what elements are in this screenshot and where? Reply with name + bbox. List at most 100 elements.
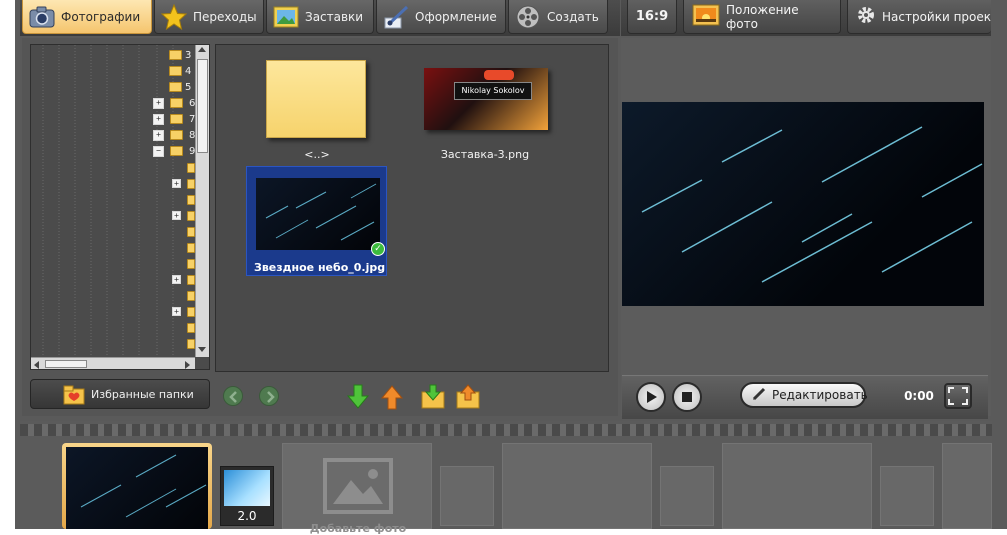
film-reel-icon [515,4,541,30]
tab-photos[interactable]: Фотографии [22,0,152,34]
folder-icon[interactable] [187,163,195,173]
forward-arrow-icon[interactable] [259,386,279,406]
transition-slot-empty[interactable] [880,466,934,526]
scroll-down-arrow-icon[interactable] [198,347,206,352]
tree-item[interactable]: +8 [153,129,199,141]
transition-tile[interactable]: 2.0 [220,466,274,526]
tab-label: Переходы [193,9,257,24]
tab-transitions[interactable]: Переходы [154,0,264,34]
back-arrow-icon[interactable] [223,386,243,406]
preview-image [622,102,984,306]
expand-plus-icon[interactable]: + [172,307,181,316]
add-down-arrow-icon[interactable] [346,384,370,410]
scroll-up-arrow-icon[interactable] [198,47,206,52]
tree-guide-lines [42,45,174,357]
folder-tree[interactable]: 3 4 5 +6 +7 +8 −9 + + + + [30,44,210,370]
transition-slot-empty[interactable] [440,466,494,526]
scroll-left-arrow-icon[interactable] [34,361,39,369]
folder-icon[interactable] [187,179,195,189]
scroll-right-arrow-icon[interactable] [185,361,190,369]
file-name: <..> [304,148,330,161]
pencil-icon [752,387,766,404]
file-item[interactable]: Nikolay Sokolov Заставка-3.png [414,58,556,170]
slide-image [66,447,208,529]
tree-item-label: 5 [185,81,192,93]
thumbnail-marquee [484,70,514,80]
transition-slot-empty[interactable] [660,466,714,526]
tab-create[interactable]: Создать [508,0,608,34]
folder-icon[interactable] [187,323,195,333]
tree-vertical-scrollbar[interactable] [195,45,209,357]
folder-icon[interactable] [187,291,195,301]
project-settings-label: Настройки проек [882,9,991,24]
favorite-folders-button[interactable]: Избранные папки [30,379,210,409]
tree-hscroll-thumb[interactable] [45,360,87,368]
file-name: Звездное небо_0.jpg [254,261,386,274]
folder-icon[interactable] [187,195,195,205]
folder-icon [170,114,183,124]
expand-plus-icon[interactable]: + [172,275,181,284]
folder-icon [266,60,366,138]
folder-icon [170,130,183,140]
slide-thumbnail-selected[interactable] [62,443,212,529]
tree-horizontal-scrollbar[interactable] [31,357,195,369]
photo-position-button[interactable]: Положение фото [683,0,841,34]
favorite-folder-icon [63,385,85,408]
expand-plus-icon[interactable]: + [172,211,181,220]
edit-label: Редактировать [772,388,868,402]
camera-icon [29,4,55,30]
play-icon [647,391,657,403]
tree-scroll-thumb[interactable] [197,59,208,153]
gear-icon [856,5,876,28]
photo-slot-empty[interactable] [502,443,652,529]
project-settings-button[interactable]: Настройки проек [847,0,991,34]
tab-intros[interactable]: Заставки [266,0,374,34]
aspect-ratio-button[interactable]: 16:9 [627,0,677,34]
up-arrow-icon[interactable] [380,384,404,410]
film-sprocket-holes [20,424,992,436]
folder-icon[interactable] [187,227,195,237]
brush-icon [383,4,409,30]
play-button[interactable] [636,382,666,412]
expand-plus-icon[interactable]: + [153,129,164,141]
thumbnail-caption: Nikolay Sokolov [454,82,532,100]
folder-icon[interactable] [187,307,195,317]
tree-item[interactable]: −9 [153,145,199,157]
add-folder-icon[interactable] [420,384,446,410]
star-streaks-image [265,183,377,241]
landscape-picture-icon [273,4,299,30]
tab-design[interactable]: Оформление [376,0,506,34]
stop-button[interactable] [672,382,702,412]
edit-button[interactable]: Редактировать [740,382,868,408]
star-icon [161,3,187,30]
fullscreen-icon [948,387,968,405]
export-folder-icon[interactable] [455,384,481,410]
tab-label: Заставки [305,9,364,24]
collapse-minus-icon[interactable]: − [153,145,164,157]
expand-plus-icon[interactable]: + [153,97,164,109]
sunset-picture-icon [692,4,720,29]
folder-icon[interactable] [187,275,195,285]
file-item-selected[interactable]: ✓ Звездное небо_0.jpg [246,166,387,276]
tree-item-label: 3 [185,49,192,61]
folder-icon[interactable] [187,259,195,269]
photo-slot-empty[interactable] [942,443,992,529]
file-item-up[interactable]: <..> [258,58,376,170]
tab-label: Оформление [415,9,497,24]
folder-icon[interactable] [187,243,195,253]
folder-icon [169,82,182,92]
photo-slot-empty[interactable] [722,443,872,529]
tree-item[interactable]: +6 [153,97,199,109]
expand-plus-icon[interactable]: + [172,179,181,188]
add-photo-slot[interactable]: Добавьте фото [282,443,432,535]
photo-position-label: Положение фото [726,2,799,31]
fullscreen-button[interactable] [944,383,972,409]
tree-item[interactable]: +7 [153,113,199,125]
folder-icon[interactable] [187,339,195,349]
picture-placeholder-icon [323,458,393,514]
expand-plus-icon[interactable]: + [153,113,164,125]
folder-open-icon [170,146,183,156]
folder-icon[interactable] [187,211,195,221]
favorite-folders-label: Избранные папки [91,387,194,401]
star-streaks-image [641,126,983,283]
